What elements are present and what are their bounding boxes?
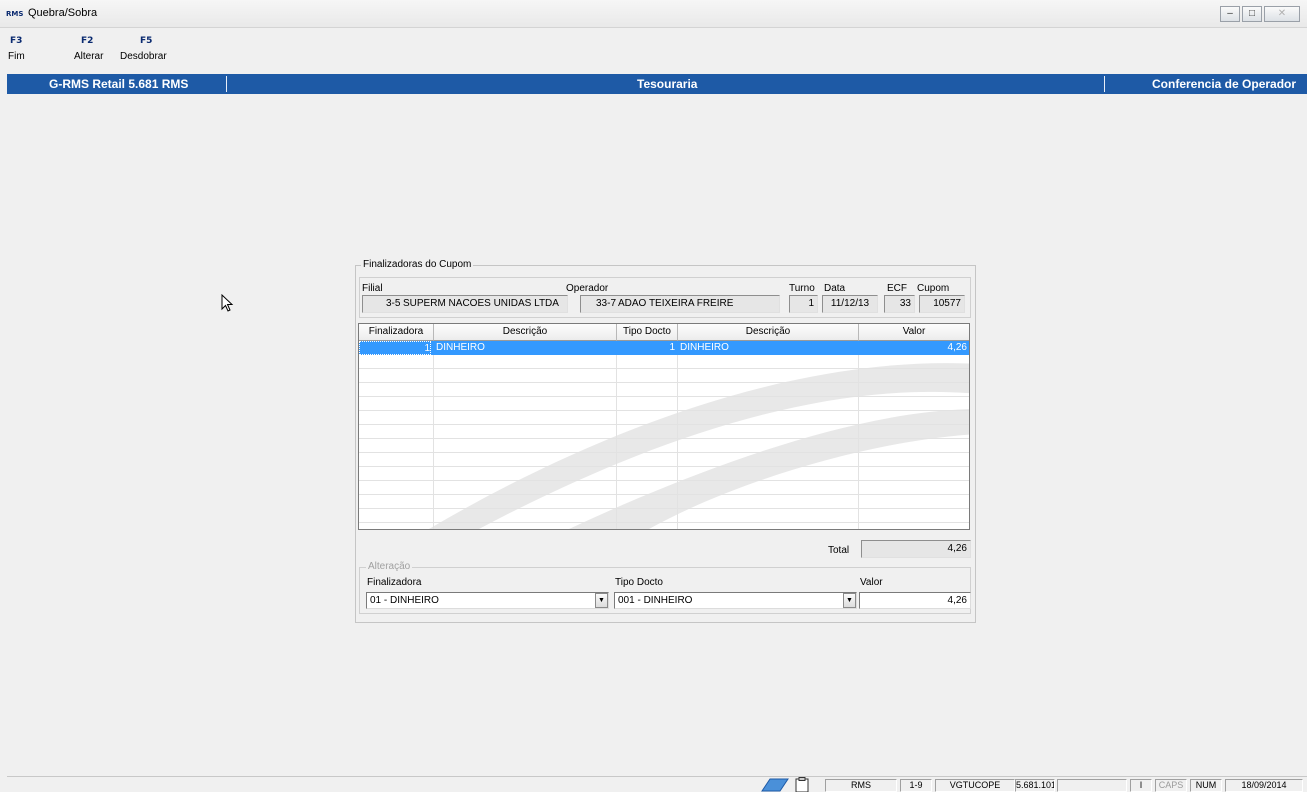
tipo-docto-label: Tipo Docto: [615, 577, 663, 588]
empty-row: [359, 439, 969, 453]
col-header-descricao-2[interactable]: Descrição: [678, 324, 859, 341]
turno-label: Turno: [789, 283, 815, 294]
toolbar-item-fim[interactable]: F3 Fim: [8, 36, 38, 66]
status-db: RMS: [825, 779, 897, 792]
data-field: 11/12/13: [822, 295, 878, 313]
desdobrar-label: Desdobrar: [120, 51, 167, 62]
f5-key-label: F5: [140, 36, 153, 46]
empty-row: [359, 425, 969, 439]
col-header-tipo-docto[interactable]: Tipo Docto: [617, 324, 678, 341]
filial-code: 3-5: [386, 298, 401, 309]
turno-field: 1: [789, 295, 818, 313]
operador-name: ADAO TEIXEIRA FREIRE: [618, 298, 734, 309]
table-row[interactable]: 1 DINHEIRO 1 DINHEIRO 4,26: [359, 341, 969, 355]
valor-input[interactable]: 4,26: [859, 592, 971, 609]
product-version: G-RMS Retail 5.681 RMS: [49, 77, 189, 91]
total-field: 4,26: [861, 540, 971, 558]
operador-field: 33-7 ADAO TEIXEIRA FREIRE: [580, 295, 780, 313]
valor-label: Valor: [860, 577, 883, 588]
window-title: Quebra/Sobra: [28, 7, 98, 19]
minimize-icon: –: [1227, 8, 1233, 19]
empty-row: [359, 509, 969, 523]
status-date: 18/09/2014: [1225, 779, 1303, 792]
fim-label: Fim: [8, 51, 25, 62]
maximize-button[interactable]: □: [1242, 6, 1262, 22]
status-bar: RMS 1-9 VGTUCOPE 5.681.1018 I CAPS NUM 1…: [7, 776, 1307, 792]
module-header: G-RMS Retail 5.681 RMS Tesouraria Confer…: [7, 74, 1307, 94]
cupom-field: 10577: [919, 295, 965, 313]
data-label: Data: [824, 283, 846, 294]
cell-tipo-docto: 1: [669, 342, 675, 353]
rms-logo-icon: RMS: [6, 10, 24, 18]
network-icon: [761, 778, 789, 792]
col-header-finalizadora[interactable]: Finalizadora: [359, 324, 434, 341]
filial-label: Filial: [362, 283, 383, 294]
status-flag: I: [1130, 779, 1152, 792]
minimize-button[interactable]: –: [1220, 6, 1240, 22]
status-page: 1-9: [900, 779, 932, 792]
alteracao-title: Alteração: [366, 561, 413, 572]
module-title: Tesouraria: [637, 77, 698, 91]
operador-label: Operador: [566, 283, 609, 294]
empty-row: [359, 369, 969, 383]
total-label: Total: [828, 545, 850, 556]
title-bar: RMS Quebra/Sobra – □ ✕: [0, 0, 1307, 28]
toolbar-item-alterar[interactable]: F2 Alterar: [74, 36, 114, 66]
function-key-toolbar: F3 Fim F2 Alterar F5 Desdobrar: [0, 30, 1307, 72]
ecf-label: ECF: [887, 283, 907, 294]
cell-finalizadora: 1: [359, 341, 431, 355]
empty-row: [359, 453, 969, 467]
chevron-down-icon[interactable]: ▼: [843, 593, 856, 608]
tipo-docto-select-value: 001 - DINHEIRO: [618, 595, 693, 606]
empty-row: [359, 411, 969, 425]
empty-row: [359, 467, 969, 481]
header-divider: [226, 76, 227, 92]
finalizadora-label: Finalizadora: [367, 577, 422, 588]
status-empty: [1057, 779, 1127, 792]
cell-descricao-2: DINHEIRO: [680, 342, 729, 353]
mouse-cursor-icon: [221, 294, 234, 312]
operador-code: 33-7: [596, 298, 617, 309]
status-num: NUM: [1190, 779, 1222, 792]
f2-key-label: F2: [81, 36, 94, 46]
close-icon: ✕: [1277, 8, 1287, 19]
ecf-field: 33: [884, 295, 915, 313]
empty-row: [359, 383, 969, 397]
empty-row: [359, 355, 969, 369]
empty-row: [359, 481, 969, 495]
screen-title: Conferencia de Operador: [1152, 77, 1297, 91]
status-program: VGTUCOPE: [935, 779, 1015, 792]
cupom-label: Cupom: [917, 283, 950, 294]
panel-title: Finalizadoras do Cupom: [361, 259, 474, 270]
status-version: 5.681.1018: [1015, 779, 1055, 792]
empty-row: [359, 495, 969, 509]
clipboard-icon: [795, 777, 809, 792]
alterar-label: Alterar: [74, 51, 104, 62]
cell-valor: 4,26: [947, 342, 967, 353]
filial-name: SUPERM NACOES UNIDAS LTDA: [403, 298, 559, 309]
finalizadoras-grid[interactable]: Finalizadora Descrição Tipo Docto Descri…: [358, 323, 970, 530]
empty-row: [359, 397, 969, 411]
f3-key-label: F3: [10, 36, 23, 46]
maximize-icon: □: [1248, 8, 1256, 19]
finalizadora-select[interactable]: 01 - DINHEIRO ▼: [366, 592, 609, 609]
finalizadora-select-value: 01 - DINHEIRO: [370, 595, 439, 606]
toolbar-item-desdobrar[interactable]: F5 Desdobrar: [120, 36, 175, 66]
cell-descricao: DINHEIRO: [436, 342, 485, 353]
chevron-down-icon[interactable]: ▼: [595, 593, 608, 608]
filial-field: 3-5 SUPERM NACOES UNIDAS LTDA: [362, 295, 568, 313]
col-header-valor[interactable]: Valor: [859, 324, 969, 341]
close-button[interactable]: ✕: [1264, 6, 1300, 22]
col-header-descricao[interactable]: Descrição: [434, 324, 617, 341]
status-caps: CAPS: [1155, 779, 1187, 792]
tipo-docto-select[interactable]: 001 - DINHEIRO ▼: [614, 592, 857, 609]
header-divider: [1104, 76, 1105, 92]
